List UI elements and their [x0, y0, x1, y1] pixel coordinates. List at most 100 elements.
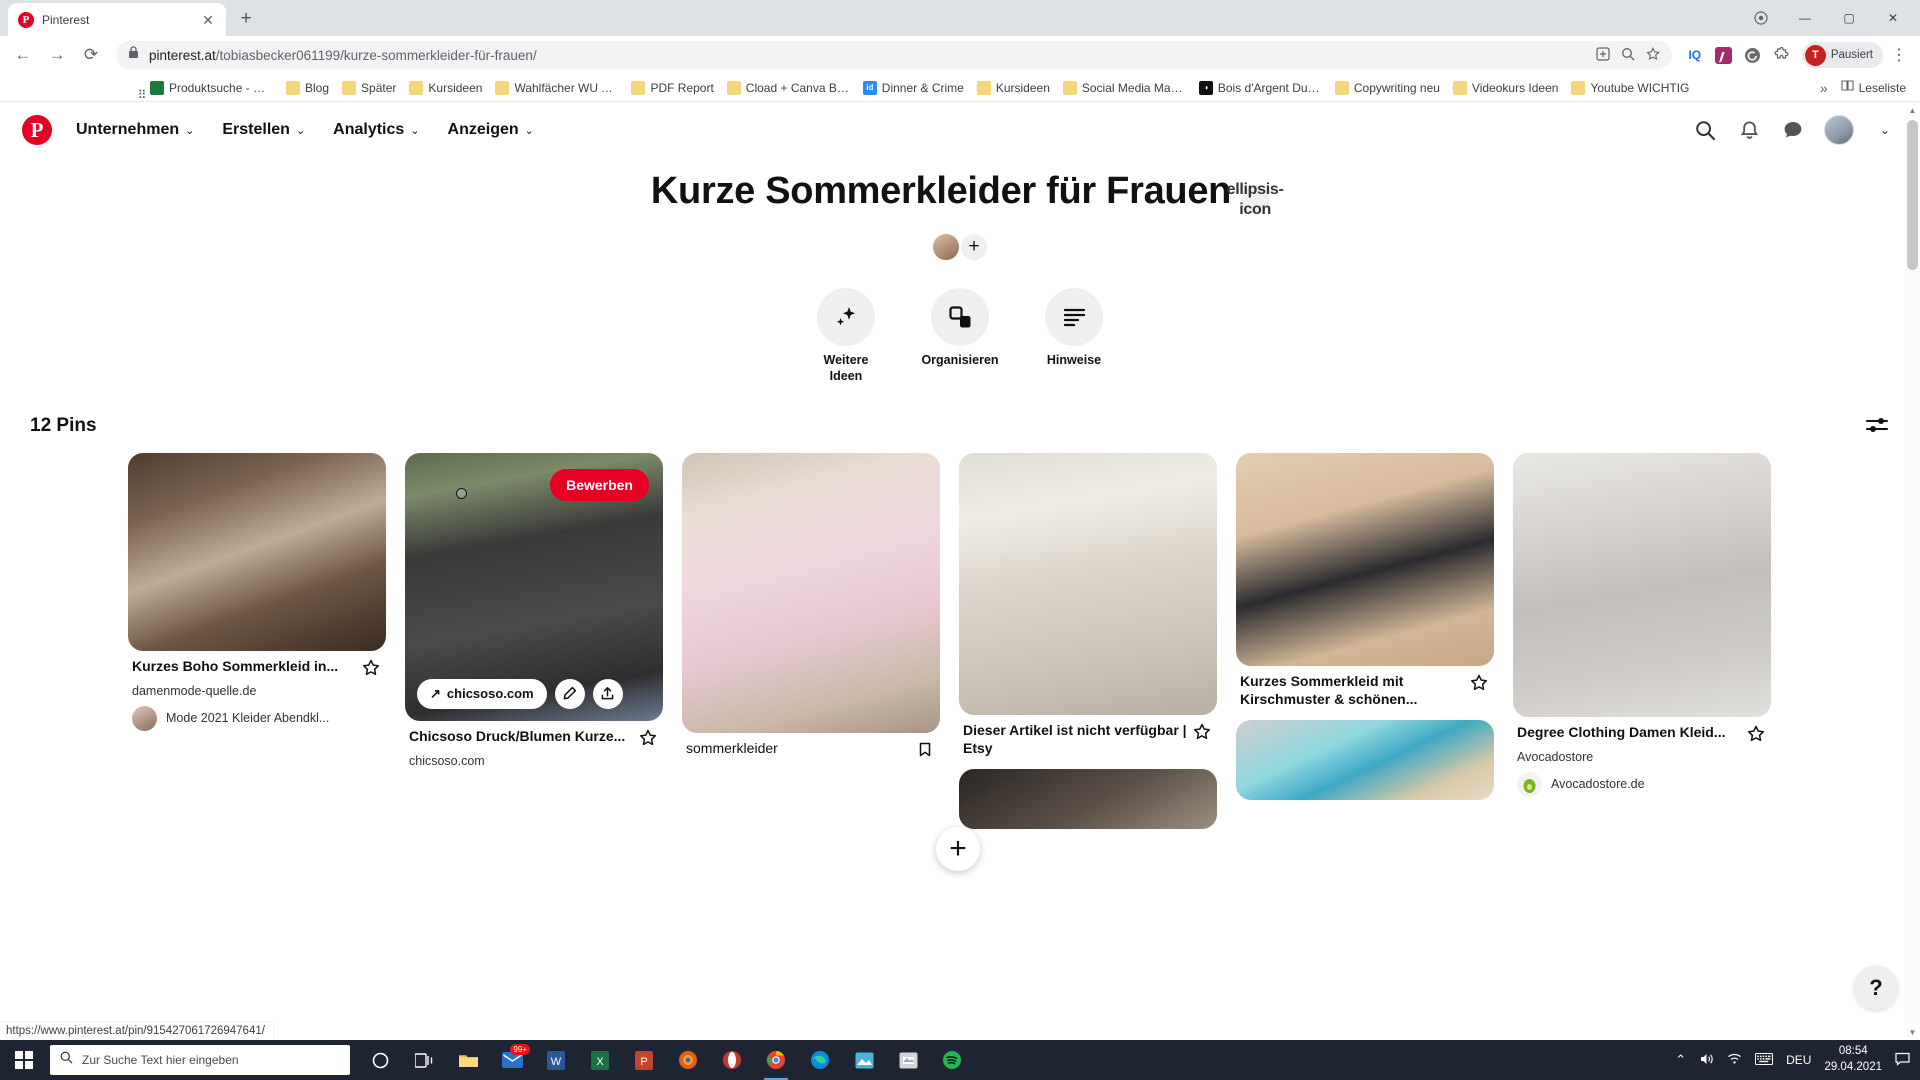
- chrome-menu-button[interactable]: ⋮: [1886, 42, 1912, 68]
- pin-image[interactable]: Bewerben ↗ chicsoso.com: [405, 452, 663, 721]
- taskbar-powerpoint-icon[interactable]: P: [624, 1040, 664, 1080]
- star-outline-icon[interactable]: [1193, 721, 1213, 746]
- bookmark-produktsuche-mer[interactable]: Produktsuche - Mer...: [144, 78, 279, 98]
- bookmark-kursideen[interactable]: Kursideen: [403, 78, 488, 98]
- taskbar-firefox-icon[interactable]: [668, 1040, 708, 1080]
- taskbar-file-explorer-icon[interactable]: [448, 1040, 488, 1080]
- scroll-up-arrow[interactable]: ▲: [1905, 102, 1920, 118]
- board-owner-avatar[interactable]: [931, 232, 961, 263]
- zoom-search-icon[interactable]: [1621, 47, 1635, 64]
- bookmark-youtube-wichtig[interactable]: Youtube WICHTIG: [1565, 78, 1695, 98]
- scroll-down-arrow[interactable]: ▼: [1905, 1024, 1920, 1040]
- filter-sliders-icon[interactable]: [1864, 413, 1890, 439]
- pin-user[interactable]: Avocadostore.de: [1513, 764, 1771, 797]
- flag-icon[interactable]: [916, 739, 936, 764]
- pin-card[interactable]: Kurzes Boho Sommerkleid in... damenmode-…: [128, 452, 386, 731]
- action-weitere-ideen[interactable]: Weitere Ideen: [798, 288, 894, 384]
- star-outline-icon[interactable]: [639, 727, 659, 752]
- nav-item-erstellen[interactable]: Erstellen ⌄: [210, 113, 317, 147]
- volume-icon[interactable]: [1699, 1052, 1714, 1069]
- star-outline-icon[interactable]: [1747, 723, 1767, 748]
- taskbar-spotify-icon[interactable]: [932, 1040, 972, 1080]
- pin-image[interactable]: [1236, 719, 1494, 800]
- bookmark-blog[interactable]: Blog: [280, 78, 335, 98]
- action-hinweise[interactable]: Hinweise: [1026, 288, 1122, 384]
- taskbar-search-input[interactable]: Zur Suche Text hier eingeben: [50, 1045, 350, 1075]
- pin-card[interactable]: Bewerben ↗ chicsoso.com Chicsoso Druck/B…: [405, 452, 663, 768]
- taskbar-chrome-icon[interactable]: [756, 1040, 796, 1080]
- action-organisieren[interactable]: Organisieren: [912, 288, 1008, 384]
- bookmark-pdf-report[interactable]: PDF Report: [625, 78, 719, 98]
- scrollbar-thumb[interactable]: [1907, 120, 1918, 270]
- close-window-button[interactable]: ✕: [1872, 2, 1914, 34]
- pencil-icon[interactable]: [554, 678, 585, 709]
- add-collaborator-button[interactable]: +: [959, 232, 989, 263]
- bookmark-wahlf-cher-wu-aus[interactable]: Wahlfächer WU Aus...: [489, 78, 624, 98]
- promote-badge[interactable]: Bewerben: [550, 468, 649, 501]
- share-icon[interactable]: [592, 678, 623, 709]
- keyboard-icon[interactable]: [1755, 1052, 1774, 1068]
- bookmark-videokurs-ideen[interactable]: Videokurs Ideen: [1447, 78, 1565, 98]
- notification-icon[interactable]: [1895, 1052, 1910, 1069]
- wifi-icon[interactable]: [1727, 1052, 1742, 1068]
- windows-start-icon[interactable]: [0, 1040, 48, 1080]
- pin-card[interactable]: Kurzes Sommerkleid mit Kirschmuster & sc…: [1236, 452, 1494, 806]
- pin-image[interactable]: [959, 768, 1217, 829]
- pin-image[interactable]: [128, 452, 386, 651]
- pin-user[interactable]: Mode 2021 Kleider Abendkl...: [128, 698, 386, 731]
- pin-image[interactable]: [682, 452, 940, 733]
- bell-icon[interactable]: [1736, 117, 1762, 143]
- grammarly-extension-icon[interactable]: [1740, 42, 1766, 68]
- pin-image[interactable]: [1236, 452, 1494, 666]
- pinterest-logo[interactable]: P: [22, 115, 52, 145]
- bookmark-copywriting-neu[interactable]: Copywriting neu: [1329, 78, 1446, 98]
- bookmark-dinner-crime[interactable]: id Dinner & Crime: [857, 78, 970, 98]
- pin-image[interactable]: [1513, 452, 1771, 717]
- bookmark-sp-ter[interactable]: Später: [336, 78, 402, 98]
- taskbar-photos-icon[interactable]: [844, 1040, 884, 1080]
- install-icon[interactable]: [1596, 46, 1610, 64]
- maximize-button[interactable]: ▢: [1828, 2, 1870, 34]
- help-button[interactable]: ?: [1854, 966, 1898, 1010]
- taskbar-edge-icon[interactable]: [800, 1040, 840, 1080]
- ellipsis-icon[interactable]: ellipsis-icon: [1227, 181, 1284, 218]
- nav-item-analytics[interactable]: Analytics ⌄: [321, 113, 431, 147]
- clock[interactable]: 08:54 29.04.2021: [1824, 1044, 1882, 1075]
- pin-card[interactable]: [1236, 719, 1494, 800]
- close-icon[interactable]: ✕: [200, 13, 216, 27]
- tray-expand-icon[interactable]: ⌃: [1675, 1052, 1686, 1068]
- new-tab-button[interactable]: +: [232, 5, 260, 33]
- bookmark-apps[interactable]: ⠿Apps: [8, 71, 147, 105]
- language-indicator[interactable]: DEU: [1786, 1053, 1811, 1067]
- bookmark-bois-d-argent-duft[interactable]: ◑ Bois d'Argent Duft...: [1193, 78, 1328, 98]
- bookmark-kursideen[interactable]: Kursideen: [971, 78, 1056, 98]
- iq-extension-icon[interactable]: IQ: [1682, 42, 1708, 68]
- reading-list-button[interactable]: Leseliste: [1835, 76, 1912, 100]
- address-bar[interactable]: pinterest.at/tobiasbecker061199/kurze-so…: [116, 41, 1672, 69]
- reload-button[interactable]: ⟳: [76, 40, 106, 70]
- nav-item-unternehmen[interactable]: Unternehmen ⌄: [64, 113, 206, 147]
- bookmark-social-media-mana[interactable]: Social Media Mana...: [1057, 78, 1192, 98]
- star-outline-icon[interactable]: [362, 657, 382, 682]
- taskbar-mail-icon[interactable]: 99+: [492, 1040, 532, 1080]
- page-scrollbar[interactable]: ▲ ▼: [1905, 102, 1920, 1040]
- taskbar-excel-icon[interactable]: X: [580, 1040, 620, 1080]
- taskbar-cortana-icon[interactable]: [360, 1040, 400, 1080]
- taskbar-task-view-icon[interactable]: [404, 1040, 444, 1080]
- add-pin-button[interactable]: +: [936, 827, 980, 871]
- puzzle-extensions-icon[interactable]: [1769, 42, 1795, 68]
- search-icon[interactable]: [1692, 117, 1718, 143]
- back-button[interactable]: ←: [8, 40, 38, 70]
- extension-indicator-icon[interactable]: [1740, 2, 1782, 34]
- pin-card[interactable]: Dieser Artikel ist nicht verfügbar | Ets…: [959, 452, 1217, 835]
- pin-source-link[interactable]: ↗ chicsoso.com: [417, 678, 547, 709]
- bookmark-cload-canva-bilder[interactable]: Cload + Canva Bilder: [721, 78, 856, 98]
- pin-card[interactable]: sommerkleider: [682, 452, 940, 764]
- chevron-down-icon[interactable]: ⌄: [1872, 117, 1898, 143]
- bookmarks-overflow-button[interactable]: »: [1814, 80, 1834, 96]
- taskbar-word-icon[interactable]: W: [536, 1040, 576, 1080]
- minimize-button[interactable]: —: [1784, 2, 1826, 34]
- pin-card[interactable]: [959, 768, 1217, 829]
- chat-icon[interactable]: [1780, 117, 1806, 143]
- browser-tab-pinterest[interactable]: P Pinterest ✕: [8, 3, 226, 36]
